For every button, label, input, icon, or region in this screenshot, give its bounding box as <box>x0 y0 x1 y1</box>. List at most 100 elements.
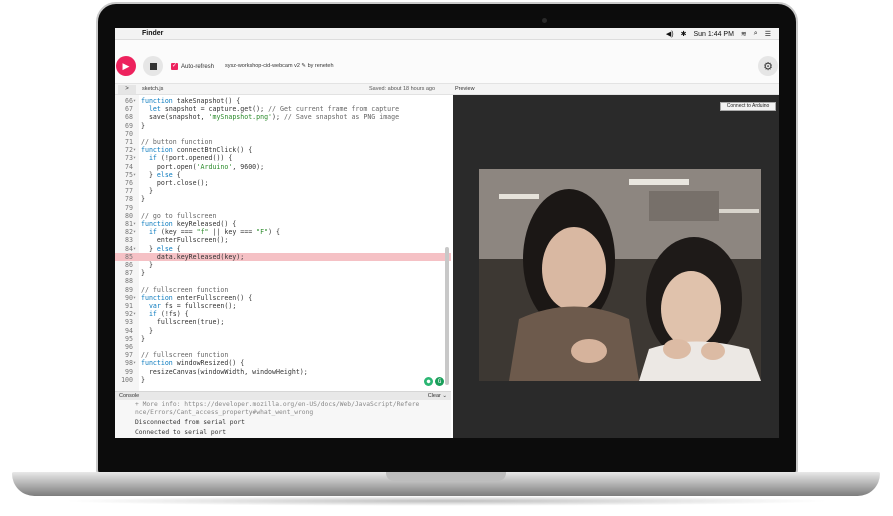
code-line[interactable]: 93 fullscreen(true); <box>115 318 451 326</box>
fold-arrow-icon[interactable]: ▾ <box>133 97 136 105</box>
code-text: } <box>141 326 153 335</box>
checkbox-checked-icon[interactable]: ✓ <box>171 63 178 70</box>
spotlight-icon[interactable]: ⌕ <box>754 30 758 38</box>
code-line[interactable]: 85 data.keyReleased(key); <box>115 252 451 261</box>
code-editor[interactable]: 66 ▾ function takeSnapshot() {67 let snaps… <box>115 95 451 391</box>
line-number: 80 <box>125 211 133 220</box>
code-line[interactable]: 82 ▾ if (key === "f" || key === "F") { <box>115 228 451 236</box>
preview-label: Preview <box>455 86 475 92</box>
code-line[interactable]: 67 let snapshot = capture.get(); // Get … <box>115 105 451 113</box>
file-tabs-row: > sketch.js Saved: about 18 hours ago Pr… <box>115 84 779 95</box>
volume-icon[interactable]: ◀) <box>666 30 674 38</box>
control-center-icon[interactable]: ☰ <box>765 30 771 38</box>
code-line[interactable]: 99 resizeCanvas(windowWidth, windowHeigh… <box>115 368 451 376</box>
bluetooth-icon[interactable]: ✱ <box>681 30 687 38</box>
console-clear-button[interactable]: Clear ⌄ <box>428 393 447 399</box>
fold-arrow-icon[interactable]: ▾ <box>133 171 136 179</box>
code-text: // go to fullscreen <box>141 211 217 220</box>
code-line[interactable]: 98 ▾ function windowResized() { <box>115 359 451 367</box>
line-number: 72 <box>125 146 133 155</box>
project-title[interactable]: sysz-workshop-cid-webcam v2 ✎ by reneteh <box>225 63 334 69</box>
pencil-icon[interactable]: ✎ <box>301 63 306 69</box>
code-line[interactable]: 75 ▾ } else { <box>115 171 451 179</box>
code-text: } <box>141 187 153 196</box>
stop-button[interactable] <box>143 56 163 76</box>
code-line[interactable]: 72 ▾ function connectBtnClick() { <box>115 146 451 154</box>
code-line[interactable]: 92 ▾ if (!fs) { <box>115 310 451 318</box>
code-line[interactable]: 79 <box>115 204 451 212</box>
code-line[interactable]: 97 // fullscreen function <box>115 351 451 359</box>
line-number: 75 <box>125 170 133 179</box>
fold-arrow-icon[interactable]: ▾ <box>133 146 136 154</box>
settings-button[interactable]: ⚙ <box>758 56 778 76</box>
code-text: if (key === "f" || key === "F") { <box>148 228 281 237</box>
code-line[interactable]: 89 // fullscreen function <box>115 286 451 294</box>
console-output: + More info: https://developer.mozilla.o… <box>115 400 451 438</box>
code-line[interactable]: 78} <box>115 195 451 203</box>
autorefresh-toggle[interactable]: ✓ Auto-refresh <box>171 63 214 70</box>
fold-arrow-icon[interactable]: ▾ <box>133 220 136 228</box>
line-number: 94 <box>125 326 133 335</box>
code-line[interactable]: 83 enterFullscreen(); <box>115 236 451 244</box>
code-text: enterFullscreen(); <box>141 236 229 245</box>
sidebar-toggle-button[interactable]: > <box>118 85 136 94</box>
console-line: Connected to serial port <box>135 429 226 436</box>
code-line[interactable]: 84 ▾ } else { <box>115 245 451 253</box>
connect-arduino-button[interactable]: Connect to Arduino <box>720 102 776 111</box>
line-number: 81 <box>125 220 133 228</box>
code-line[interactable]: 100} <box>115 376 451 384</box>
line-number: 95 <box>125 334 133 343</box>
code-line[interactable]: 87} <box>115 269 451 277</box>
code-line[interactable]: 66 ▾ function takeSnapshot() { <box>115 97 451 105</box>
code-text: var fs = fullscreen(); <box>148 302 237 310</box>
code-line[interactable]: 95} <box>115 335 451 343</box>
fold-arrow-icon[interactable]: ▾ <box>133 294 136 302</box>
code-line[interactable]: 96 <box>115 343 451 351</box>
play-icon: ▶ <box>122 60 130 71</box>
code-line[interactable]: 77 } <box>115 187 451 195</box>
console-line: nce/Errors/Cant_access_property#what_wen… <box>135 409 314 416</box>
fold-arrow-icon[interactable]: ▾ <box>133 228 136 236</box>
preview-pane: Connect to Arduino <box>453 95 779 438</box>
code-text: function enterFullscreen() { <box>141 293 253 302</box>
wifi-icon[interactable]: ≋ <box>741 30 747 38</box>
code-line[interactable]: 80 // go to fullscreen <box>115 212 451 220</box>
fold-arrow-icon[interactable]: ▾ <box>133 245 136 253</box>
code-line[interactable]: 69} <box>115 122 451 130</box>
play-button[interactable]: ▶ <box>116 56 136 76</box>
line-number: 86 <box>125 261 133 269</box>
file-tab[interactable]: sketch.js <box>142 86 163 92</box>
screen: Finder ◀) ✱ Sun 1:44 PM ≋ ⌕ ☰ ▶ ✓ Auto-r… <box>115 28 779 438</box>
fold-arrow-icon[interactable]: ▾ <box>133 310 136 318</box>
code-line[interactable]: 86 } <box>115 261 451 269</box>
fold-arrow-icon[interactable]: ▾ <box>133 359 136 367</box>
code-line[interactable]: 68 save(snapshot, 'mySnapshot.png'); // … <box>115 113 451 121</box>
saved-status: Saved: about 18 hours ago <box>369 86 436 92</box>
status-indicator-icon[interactable]: ● <box>424 377 433 386</box>
code-line[interactable]: 81 ▾ function keyReleased() { <box>115 220 451 228</box>
code-text: if (!fs) { <box>148 310 189 319</box>
code-line[interactable]: 71 // button function <box>115 138 451 146</box>
app-menu[interactable]: Finder <box>142 30 163 37</box>
line-number: 89 <box>125 285 133 294</box>
code-line[interactable]: 91 var fs = fullscreen(); <box>115 302 451 310</box>
code-text: } <box>141 375 145 384</box>
line-number: 84 <box>125 244 133 253</box>
lint-indicator-icon[interactable]: G <box>435 377 444 386</box>
editor-scrollbar[interactable] <box>445 247 449 385</box>
project-name[interactable]: sysz-workshop-cid-webcam v2 <box>225 63 300 69</box>
code-line[interactable]: 90 ▾ function enterFullscreen() { <box>115 294 451 302</box>
code-line[interactable]: 74 port.open('Arduino', 9600); <box>115 163 451 171</box>
code-line[interactable]: 76 port.close(); <box>115 179 451 187</box>
code-text: // fullscreen function <box>141 351 229 360</box>
menu-bar: Finder ◀) ✱ Sun 1:44 PM ≋ ⌕ ☰ <box>115 28 779 40</box>
code-line[interactable]: 94 } <box>115 327 451 335</box>
gear-icon: ⚙ <box>763 60 773 73</box>
clock[interactable]: Sun 1:44 PM <box>693 31 733 38</box>
status-area: ◀) ✱ Sun 1:44 PM ≋ ⌕ ☰ <box>666 30 771 38</box>
code-text: } else { <box>141 244 181 253</box>
code-line[interactable]: 88 <box>115 277 451 285</box>
code-line[interactable]: 73 ▾ if (!port.opened()) { <box>115 154 451 162</box>
code-line[interactable]: 70 <box>115 130 451 138</box>
fold-arrow-icon[interactable]: ▾ <box>133 154 136 162</box>
